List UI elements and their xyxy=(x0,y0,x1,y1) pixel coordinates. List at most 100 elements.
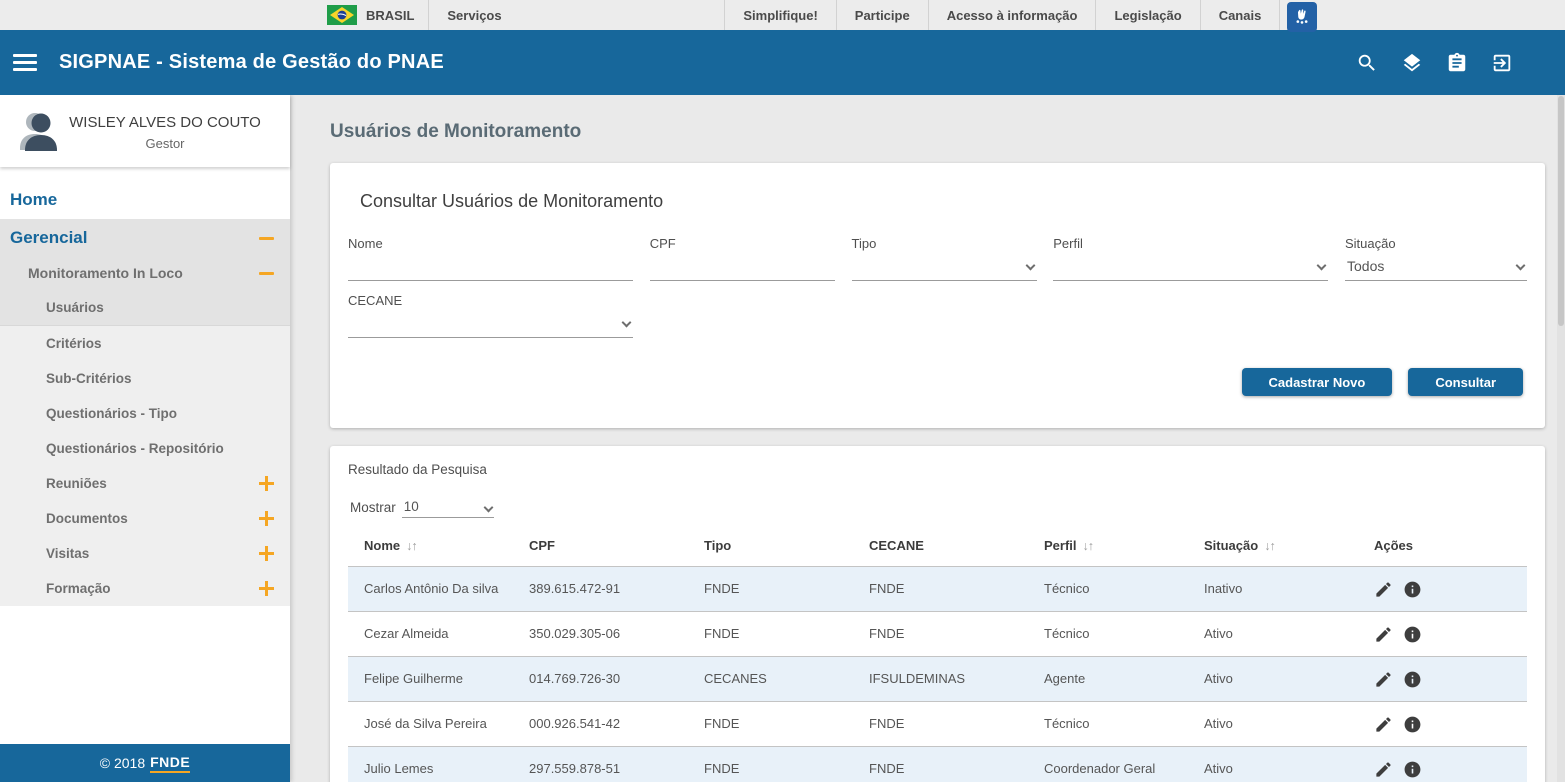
cecane-select[interactable]: CECANE xyxy=(348,293,633,338)
fnde-link[interactable]: FNDE xyxy=(150,754,190,773)
column-header-nome[interactable]: Nome↓↑ xyxy=(348,532,513,567)
collapse-icon[interactable] xyxy=(259,272,274,275)
expand-icon[interactable] xyxy=(259,511,274,526)
sidebar-item-criterios[interactable]: Critérios xyxy=(0,326,290,361)
resultado-card: Resultado da Pesquisa Mostrar 10 Nome↓↑ … xyxy=(330,446,1545,782)
cell-nome: Carlos Antônio Da silva xyxy=(348,567,513,612)
page-scrollbar[interactable] xyxy=(1557,95,1565,782)
cell-perfil: Técnico xyxy=(1028,612,1188,657)
cadastrar-novo-button[interactable]: Cadastrar Novo xyxy=(1242,368,1393,396)
cell-nome: Felipe Guilherme xyxy=(348,657,513,702)
gov-link-legislacao[interactable]: Legislação xyxy=(1095,0,1199,30)
sidebar-item-formacao[interactable]: Formação xyxy=(0,571,290,606)
cell-cecane: FNDE xyxy=(853,567,1028,612)
layers-icon[interactable] xyxy=(1401,52,1423,74)
sidebar-item-questionarios-repositorio[interactable]: Questionários - Repositório xyxy=(0,431,290,466)
cell-cecane: FNDE xyxy=(853,747,1028,782)
vlibras-accessibility-button[interactable] xyxy=(1287,2,1317,32)
perfil-select[interactable]: Perfil xyxy=(1053,236,1328,281)
tipo-select-value[interactable] xyxy=(852,251,1037,281)
sidebar-item-home[interactable]: Home xyxy=(0,181,290,219)
user-avatar-icon xyxy=(14,108,66,156)
cpf-input[interactable] xyxy=(650,251,835,281)
gov-link-canais[interactable]: Canais xyxy=(1200,0,1281,30)
mostrar-page-size-select[interactable]: 10 xyxy=(402,499,494,518)
table-row: Felipe Guilherme014.769.726-30CECANESIFS… xyxy=(348,657,1527,702)
sidebar-footer: © 2018 FNDE xyxy=(0,744,290,782)
sort-icon[interactable]: ↓↑ xyxy=(1264,539,1275,553)
info-icon[interactable] xyxy=(1403,715,1422,734)
edit-pencil-icon[interactable] xyxy=(1374,760,1393,779)
column-header-situacao[interactable]: Situação↓↑ xyxy=(1188,532,1358,567)
cell-tipo: FNDE xyxy=(688,702,853,747)
gov-link-simplifique[interactable]: Simplifique! xyxy=(724,0,835,30)
info-icon[interactable] xyxy=(1403,625,1422,644)
sidebar-item-monitoramento-in-loco[interactable]: Monitoramento In Loco xyxy=(0,257,290,290)
chevron-down-icon xyxy=(483,503,493,513)
cell-acoes xyxy=(1358,702,1527,747)
column-header-cpf: CPF xyxy=(513,532,688,567)
expand-icon[interactable] xyxy=(259,476,274,491)
edit-pencil-icon[interactable] xyxy=(1374,715,1393,734)
gov-link-servicos[interactable]: Serviços xyxy=(428,0,690,30)
edit-pencil-icon[interactable] xyxy=(1374,670,1393,689)
gov-brand-brasil[interactable]: BRASIL xyxy=(313,0,428,30)
sidebar-item-reunioes[interactable]: Reuniões xyxy=(0,466,290,501)
table-row: José da Silva Pereira000.926.541-42FNDEF… xyxy=(348,702,1527,747)
cell-cpf: 014.769.726-30 xyxy=(513,657,688,702)
sidebar-item-usuarios[interactable]: Usuários xyxy=(0,290,290,326)
user-card: WISLEY ALVES DO COUTO Gestor xyxy=(0,95,290,167)
cecane-select-value[interactable] xyxy=(348,308,633,338)
situacao-select-value[interactable]: Todos xyxy=(1345,251,1527,281)
cell-acoes xyxy=(1358,612,1527,657)
expand-icon[interactable] xyxy=(259,581,274,596)
resultado-title: Resultado da Pesquisa xyxy=(348,462,1527,477)
nome-field[interactable]: Nome xyxy=(348,236,633,281)
sidebar-item-gerencial[interactable]: Gerencial xyxy=(0,219,290,257)
column-header-cecane: CECANE xyxy=(853,532,1028,567)
gov-brand-label: BRASIL xyxy=(366,8,414,23)
cell-tipo: FNDE xyxy=(688,567,853,612)
info-icon[interactable] xyxy=(1403,760,1422,779)
header-icons xyxy=(1356,52,1565,74)
sort-icon[interactable]: ↓↑ xyxy=(406,539,417,553)
consulta-card-title: Consultar Usuários de Monitoramento xyxy=(360,191,1527,212)
column-header-perfil[interactable]: Perfil↓↑ xyxy=(1028,532,1188,567)
cell-tipo: CECANES xyxy=(688,657,853,702)
cell-nome: Cezar Almeida xyxy=(348,612,513,657)
tipo-select[interactable]: Tipo xyxy=(852,236,1037,281)
cell-cecane: IFSULDEMINAS xyxy=(853,657,1028,702)
gov-link-acesso-informacao[interactable]: Acesso à informação xyxy=(928,0,1096,30)
table-row: Cezar Almeida350.029.305-06FNDEFNDETécni… xyxy=(348,612,1527,657)
situacao-select[interactable]: Situação Todos xyxy=(1345,236,1527,281)
gov-spacer xyxy=(690,0,724,30)
cell-tipo: FNDE xyxy=(688,612,853,657)
perfil-select-value[interactable] xyxy=(1053,251,1328,281)
sidebar-item-documentos[interactable]: Documentos xyxy=(0,501,290,536)
collapse-icon[interactable] xyxy=(259,237,274,240)
expand-icon[interactable] xyxy=(259,546,274,561)
cell-cpf: 350.029.305-06 xyxy=(513,612,688,657)
nome-input[interactable] xyxy=(348,251,633,281)
sort-icon[interactable]: ↓↑ xyxy=(1083,539,1094,553)
menu-hamburger-icon[interactable] xyxy=(13,50,37,75)
scrollbar-thumb[interactable] xyxy=(1558,96,1564,326)
consultar-button[interactable]: Consultar xyxy=(1408,368,1523,396)
sidebar-item-questionarios-tipo[interactable]: Questionários - Tipo xyxy=(0,396,290,431)
logout-icon[interactable] xyxy=(1491,52,1513,74)
user-role: Gestor xyxy=(66,136,264,151)
info-icon[interactable] xyxy=(1403,580,1422,599)
search-icon[interactable] xyxy=(1356,52,1378,74)
info-icon[interactable] xyxy=(1403,670,1422,689)
cpf-field[interactable]: CPF xyxy=(650,236,835,281)
main-content: Usuários de Monitoramento Consultar Usuá… xyxy=(290,95,1565,782)
cell-cpf: 297.559.878-51 xyxy=(513,747,688,782)
gov-link-participe[interactable]: Participe xyxy=(836,0,928,30)
cell-cpf: 389.615.472-91 xyxy=(513,567,688,612)
sidebar-item-sub-criterios[interactable]: Sub-Critérios xyxy=(0,361,290,396)
clipboard-icon[interactable] xyxy=(1446,52,1468,74)
sidebar-item-visitas[interactable]: Visitas xyxy=(0,536,290,571)
column-header-acoes: Ações xyxy=(1358,532,1527,567)
edit-pencil-icon[interactable] xyxy=(1374,580,1393,599)
edit-pencil-icon[interactable] xyxy=(1374,625,1393,644)
